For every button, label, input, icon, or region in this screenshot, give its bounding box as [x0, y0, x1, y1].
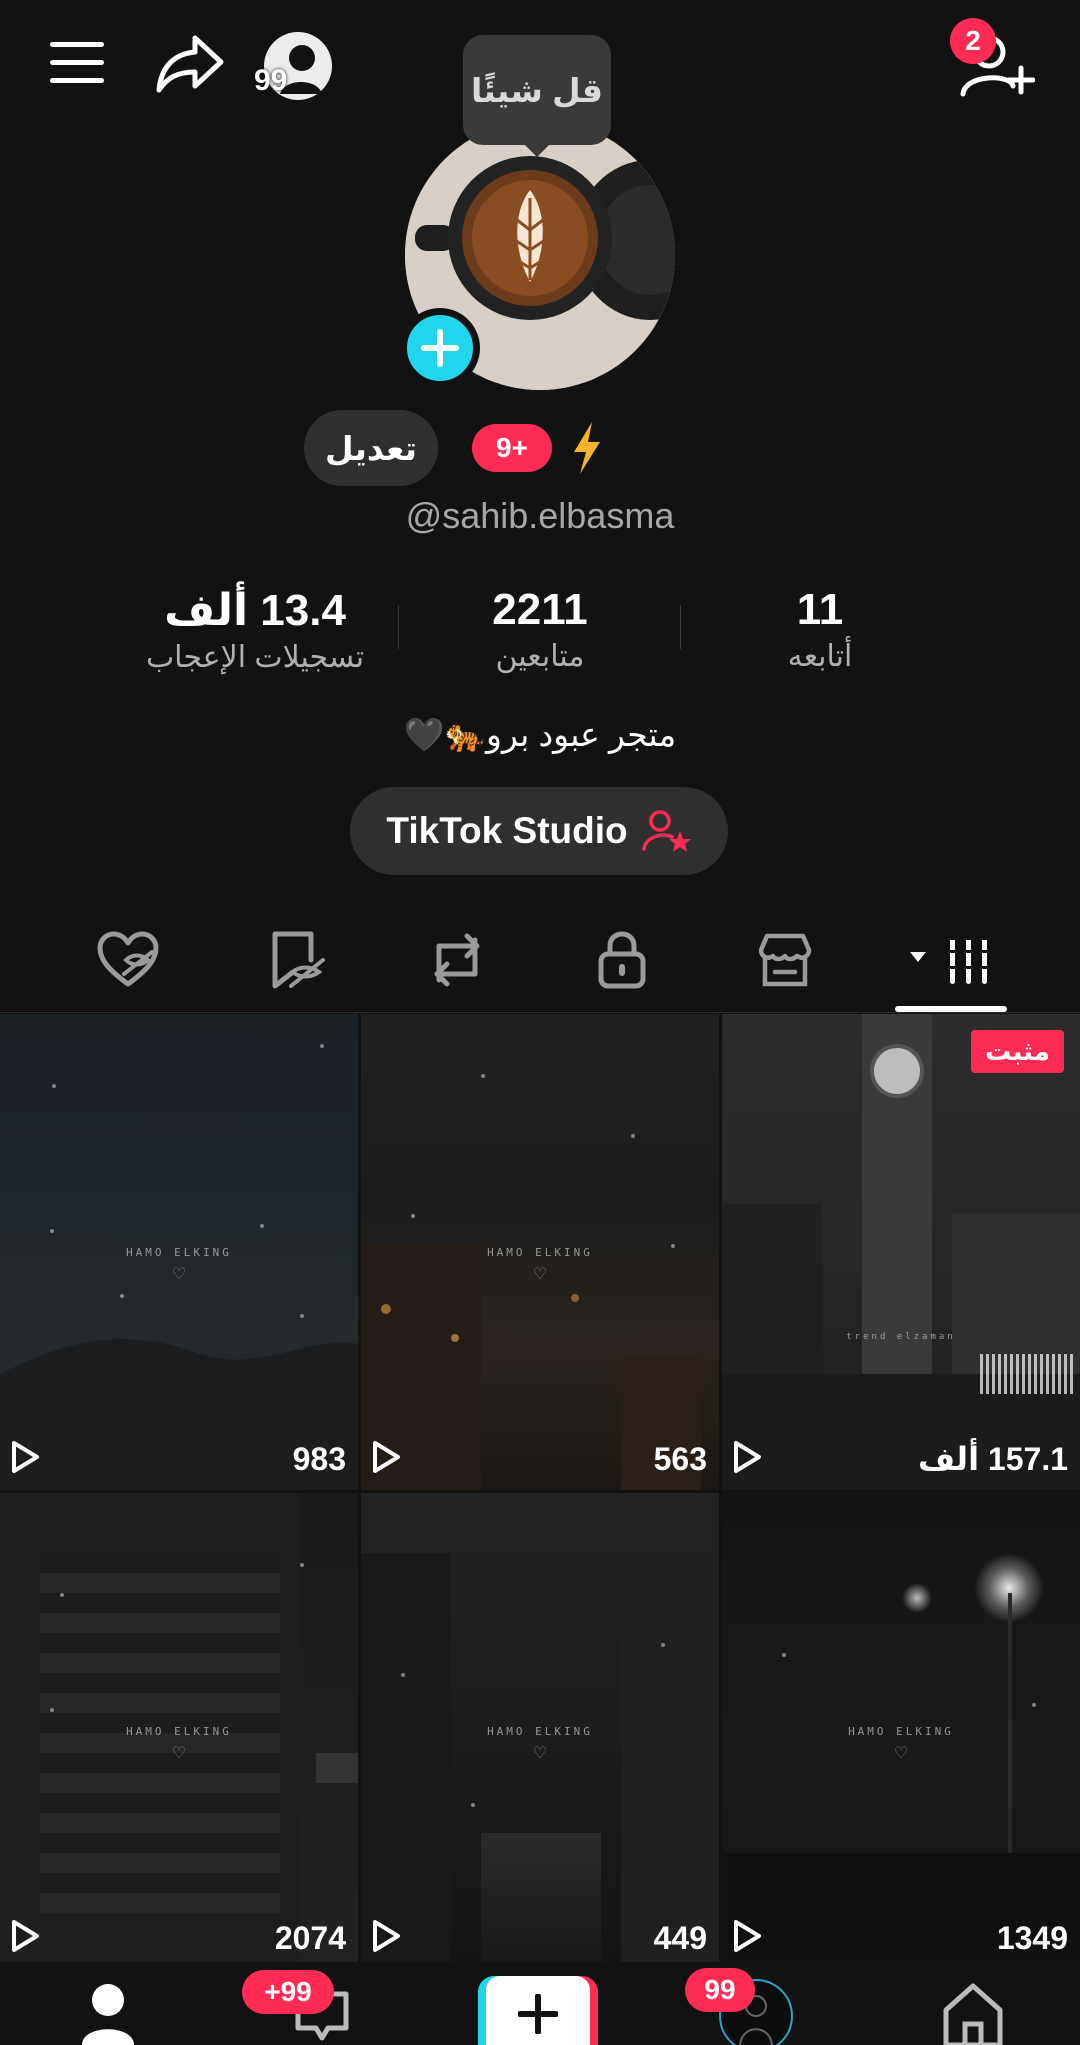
nav-profile[interactable] — [80, 1982, 136, 2045]
followers-label: متابعين — [495, 640, 585, 673]
say-something-tooltip[interactable]: قل شيئًا — [463, 35, 611, 157]
edit-profile-button[interactable]: تعديل — [304, 410, 438, 486]
view-count: 563 — [653, 1441, 707, 1477]
video-watermark: HAMO ELKING — [848, 1725, 954, 1738]
hamburger-icon — [50, 42, 104, 83]
stat-following[interactable]: 11 أتابعه — [740, 585, 900, 674]
likes-count: 13.4 ألف — [164, 586, 346, 635]
stats-divider — [680, 605, 681, 649]
following-count: 11 — [796, 585, 844, 634]
tab-liked[interactable] — [88, 925, 168, 995]
tab-favorites[interactable] — [257, 925, 337, 995]
view-count: 1349 — [996, 1920, 1068, 1956]
story-count: 99 — [254, 64, 288, 97]
plus-icon — [421, 329, 459, 367]
friends-badge: 99 — [685, 1968, 755, 2012]
tab-private[interactable] — [582, 925, 662, 995]
heart-watermark-icon: ♡ — [893, 1745, 909, 1762]
video-thumbnail[interactable]: HAMO ELKING ♡ 2074 — [0, 1493, 358, 1969]
menu-button[interactable] — [48, 38, 108, 88]
heart-watermark-icon: ♡ — [171, 1745, 187, 1762]
creator-star-icon — [641, 810, 691, 852]
tab-reposts[interactable] — [417, 925, 497, 995]
video-watermark: HAMO ELKING — [126, 1725, 232, 1738]
video-watermark: HAMO ELKING — [126, 1246, 232, 1259]
play-icon — [373, 1441, 400, 1473]
play-icon — [734, 1920, 761, 1952]
heart-watermark-icon: ♡ — [532, 1745, 548, 1762]
stat-likes[interactable]: 13.4 ألف تسجيلات الإعجاب — [130, 585, 380, 675]
videos-grid-icon — [910, 936, 992, 984]
repost-icon — [434, 933, 480, 987]
add-friend-badge: 2 — [950, 18, 996, 64]
video-thumbnail[interactable]: HAMO ELKING ♡ 1349 — [722, 1493, 1080, 1969]
following-label: أتابعه — [787, 640, 853, 673]
plus-icon — [518, 1994, 558, 2034]
notification-badge[interactable]: 9+ — [472, 424, 552, 472]
liked-hidden-icon — [97, 931, 159, 987]
tiktok-studio-button[interactable]: TikTok Studio — [350, 787, 728, 875]
share-button[interactable] — [155, 32, 225, 96]
tabs-divider — [0, 1012, 1080, 1013]
username-handle: @sahib.elbasma — [405, 495, 675, 536]
video-thumbnail[interactable]: HAMO ELKING ♡ 449 — [361, 1493, 719, 1969]
create-button[interactable] — [478, 1976, 598, 2045]
play-icon — [734, 1441, 761, 1473]
play-icon — [12, 1920, 39, 1952]
nav-home[interactable] — [940, 1982, 1006, 2045]
stat-followers[interactable]: 2211 متابعين — [430, 585, 650, 674]
play-icon — [12, 1441, 39, 1473]
video-watermark: HAMO ELKING — [487, 1725, 593, 1738]
studio-label: TikTok Studio — [386, 810, 628, 851]
view-count: 983 — [292, 1441, 346, 1477]
stats-divider — [398, 605, 399, 649]
play-icon — [373, 1920, 400, 1952]
video-thumbnail-pinned[interactable]: trend elzaman مثبت 157.1 ألف — [722, 1014, 1080, 1490]
view-count: 449 — [653, 1920, 707, 1956]
view-count: 157.1 ألف — [917, 1441, 1068, 1477]
video-thumbnail[interactable]: HAMO ELKING ♡ 563 — [361, 1014, 719, 1490]
heart-watermark-icon: ♡ — [171, 1266, 187, 1283]
view-count: 2074 — [274, 1920, 346, 1956]
inbox-badge: +99 — [242, 1970, 334, 2014]
heart-watermark-icon: ♡ — [532, 1266, 548, 1283]
tab-videos[interactable] — [895, 925, 1007, 995]
profile-icon — [82, 1984, 134, 2045]
followers-count: 2211 — [492, 585, 588, 634]
lock-icon — [598, 931, 646, 989]
video-thumbnail[interactable]: HAMO ELKING ♡ 983 — [0, 1014, 358, 1490]
tab-shop[interactable] — [745, 925, 825, 995]
video-watermark: trend elzaman — [846, 1332, 956, 1342]
home-icon — [943, 1983, 1003, 2045]
story-avatar-button[interactable]: 99 — [250, 28, 342, 104]
video-watermark: HAMO ELKING — [487, 1246, 593, 1259]
shop-icon — [758, 933, 812, 987]
lightning-icon — [574, 422, 600, 474]
pinned-badge: مثبت — [971, 1030, 1064, 1073]
likes-label: تسجيلات الإعجاب — [145, 641, 365, 674]
share-icon — [156, 35, 224, 93]
bookmark-hidden-icon — [272, 931, 325, 989]
add-story-button[interactable] — [400, 308, 480, 388]
bolt-button[interactable] — [570, 420, 604, 476]
profile-bio: متجر عبود برو🐅🖤 — [403, 716, 677, 753]
